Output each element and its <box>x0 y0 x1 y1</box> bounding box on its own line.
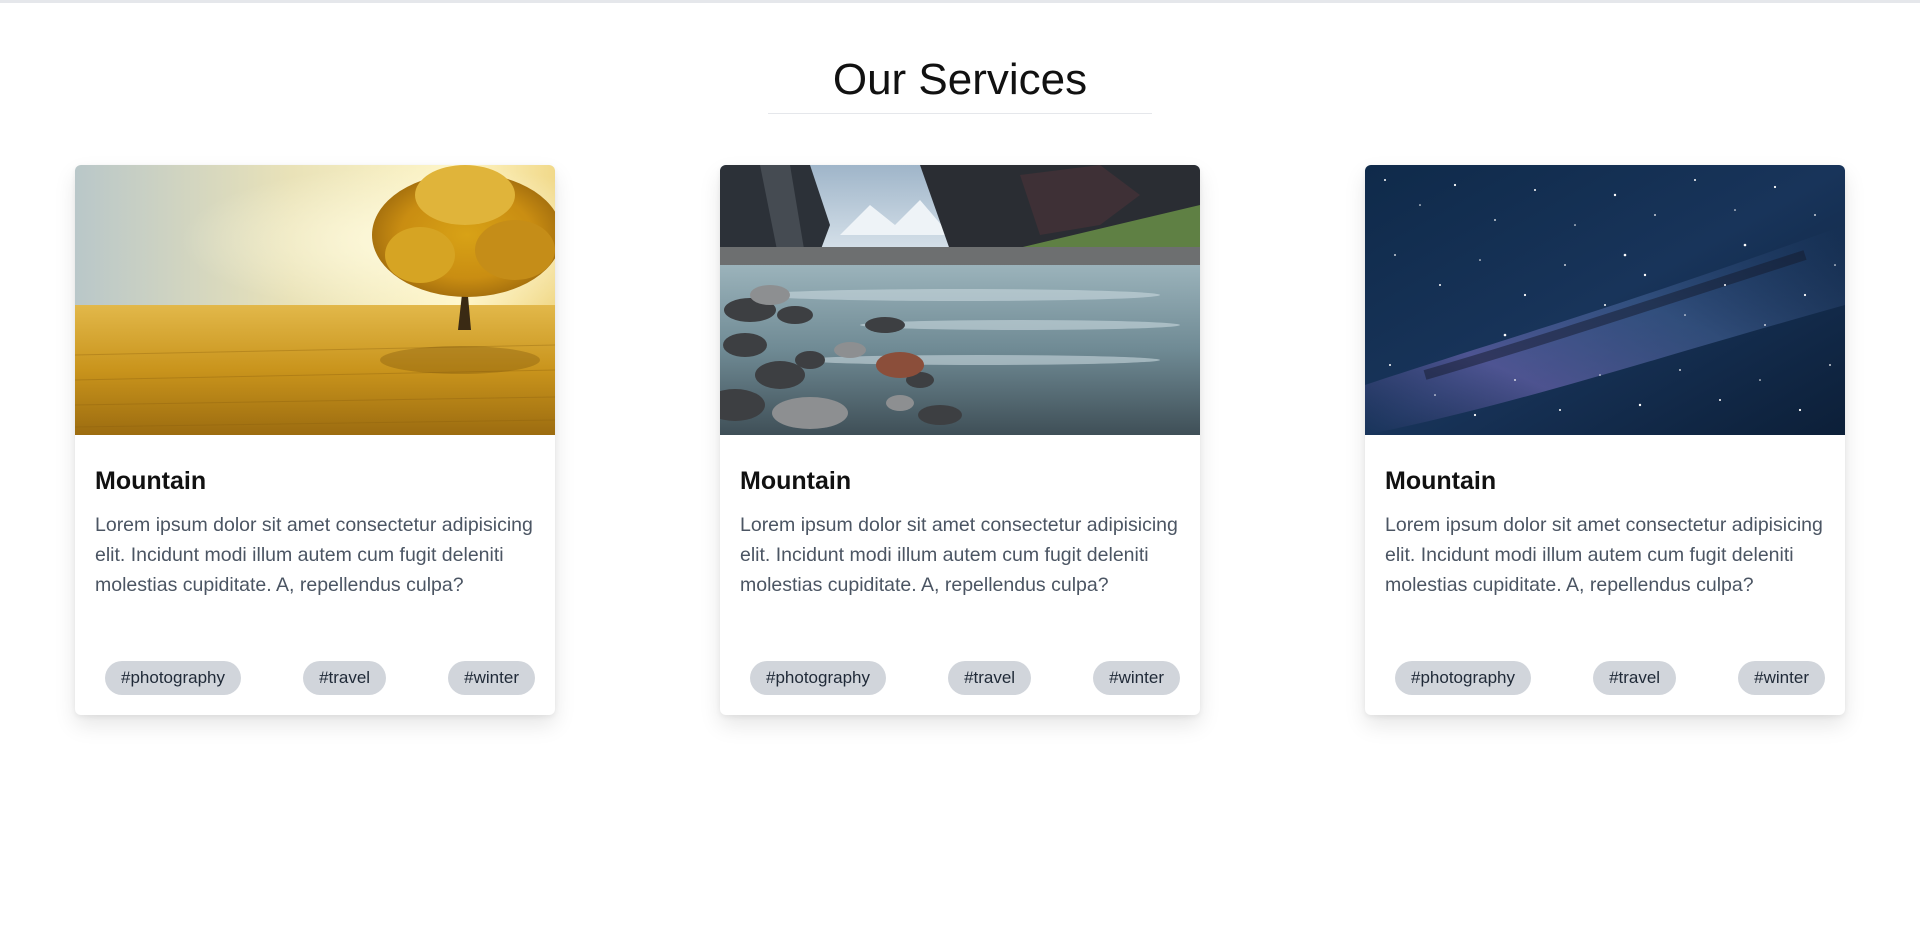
tag-travel[interactable]: #travel <box>303 661 387 695</box>
tag-list: #photography #travel #winter <box>1395 661 1825 695</box>
tag-photography[interactable]: #photography <box>1395 661 1531 695</box>
tag-list: #photography #travel #winter <box>750 661 1180 695</box>
tag-list: #photography #travel #winter <box>105 661 535 695</box>
page-title: Our Services <box>832 55 1088 104</box>
card-title: Mountain <box>740 467 852 495</box>
card-image-golden-field <box>75 165 555 435</box>
card-image-starry-night <box>1365 165 1845 435</box>
service-card[interactable]: Mountain Lorem ipsum dolor sit amet cons… <box>720 165 1200 715</box>
card-title: Mountain <box>1385 467 1497 495</box>
card-title: Mountain <box>95 467 207 495</box>
tag-photography[interactable]: #photography <box>750 661 886 695</box>
card-image-mountain-river <box>720 165 1200 435</box>
section-header: Our Services <box>0 52 1920 108</box>
card-description: Lorem ipsum dolor sit amet consectetur a… <box>740 514 1178 596</box>
tag-winter[interactable]: #winter <box>448 661 535 695</box>
service-card[interactable]: Mountain Lorem ipsum dolor sit amet cons… <box>75 165 555 715</box>
tag-winter[interactable]: #winter <box>1738 661 1825 695</box>
tag-travel[interactable]: #travel <box>1593 661 1677 695</box>
tag-travel[interactable]: #travel <box>948 661 1032 695</box>
tag-photography[interactable]: #photography <box>105 661 241 695</box>
card-description: Lorem ipsum dolor sit amet consectetur a… <box>95 514 533 596</box>
top-divider <box>0 0 1920 3</box>
tag-winter[interactable]: #winter <box>1093 661 1180 695</box>
card-description: Lorem ipsum dolor sit amet consectetur a… <box>1385 514 1823 596</box>
service-card[interactable]: Mountain Lorem ipsum dolor sit amet cons… <box>1365 165 1845 715</box>
title-underline <box>768 113 1152 114</box>
